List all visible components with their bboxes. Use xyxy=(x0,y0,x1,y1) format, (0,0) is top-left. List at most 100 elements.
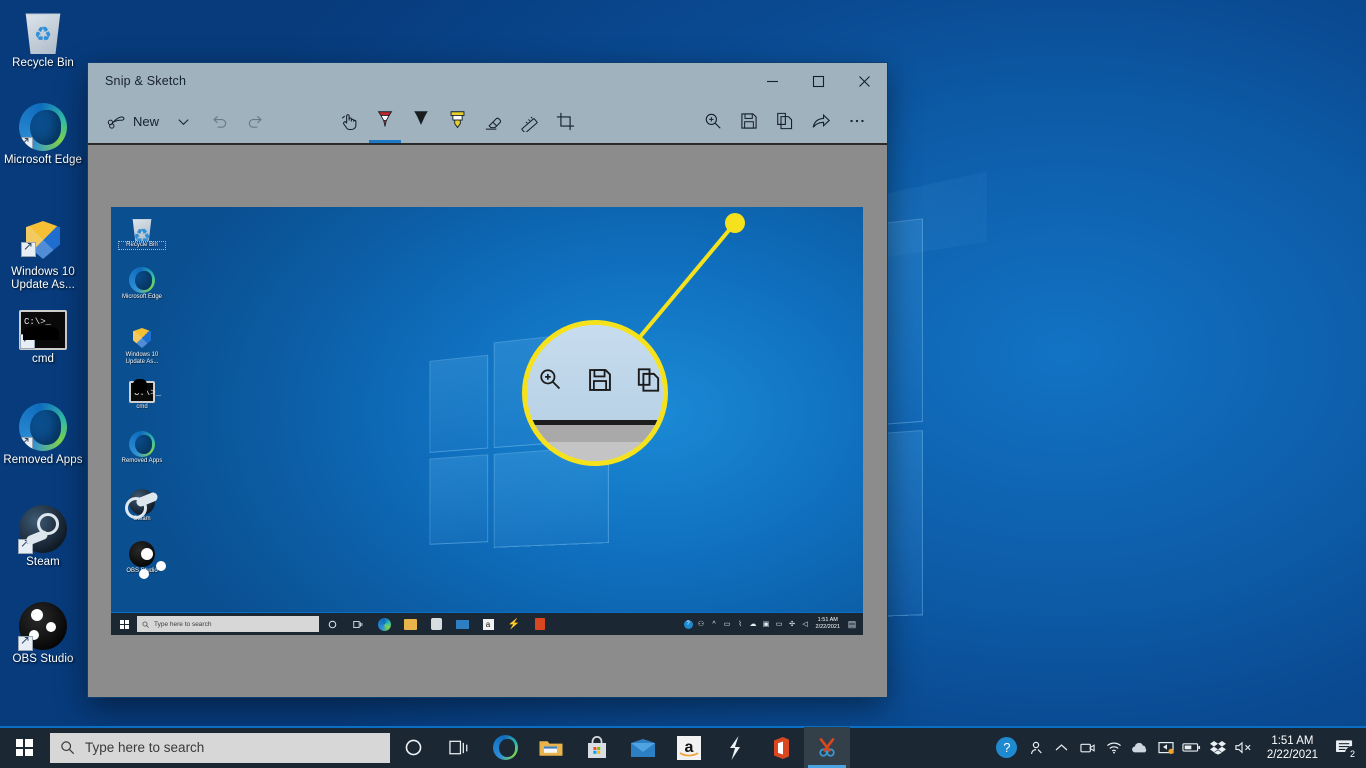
camera-icon: ▭ xyxy=(721,613,734,635)
ruler-icon xyxy=(519,111,540,132)
desktop-icon-cmd[interactable]: cmd xyxy=(0,305,86,366)
mail-icon xyxy=(630,738,656,758)
screenshot-icon-steam: Steam xyxy=(119,489,165,523)
action-share[interactable] xyxy=(803,101,839,141)
undo-button[interactable] xyxy=(201,101,237,141)
system-tray[interactable]: ? 1:51 AM 2/22/2021 xyxy=(991,727,1366,768)
close-button[interactable] xyxy=(841,63,887,99)
windows-logo-icon xyxy=(120,620,129,629)
taskbar-search-box[interactable]: Type here to search xyxy=(50,733,390,763)
screenshot-pane xyxy=(429,454,488,544)
command-prompt-icon xyxy=(129,381,155,403)
dropbox-icon: ✣ xyxy=(786,613,799,635)
screenshot-wallpaper xyxy=(111,207,863,635)
recycle-bin-icon xyxy=(129,215,155,241)
display-icon: ▣ xyxy=(760,613,773,635)
shield-icon xyxy=(133,328,151,348)
window-controls xyxy=(749,63,887,99)
tool-eraser[interactable] xyxy=(475,101,511,141)
taskbar-app-snip-and-sketch[interactable] xyxy=(804,727,850,768)
tool-crop[interactable] xyxy=(547,101,583,141)
screenshot-search-placeholder: Type here to search xyxy=(154,621,211,628)
microsoft-store-icon xyxy=(586,736,608,760)
scissors-icon xyxy=(106,111,126,131)
edge-icon xyxy=(129,431,155,457)
taskbar-app-microsoft-edge[interactable] xyxy=(482,727,528,768)
taskbar-app-amazon[interactable]: a xyxy=(666,727,712,768)
screenshot-icon-label: cmd xyxy=(119,404,165,411)
screenshot-pane xyxy=(494,330,609,448)
help-icon: ? xyxy=(682,613,695,635)
screenshot-app-lightning: ⚡ xyxy=(501,613,527,635)
tray-show-hidden-icons[interactable] xyxy=(1049,727,1075,768)
shortcut-arrow-icon xyxy=(18,539,33,554)
desktop-icon-steam[interactable]: Steam xyxy=(0,505,86,569)
redo-button[interactable] xyxy=(237,101,273,141)
snip-and-sketch-window[interactable]: Snip & Sketch New xyxy=(88,63,887,697)
highlighter-icon xyxy=(447,109,468,133)
screenshot-icon-cmd: cmd xyxy=(119,379,165,411)
desktop-icon-obs-studio[interactable]: OBS Studio xyxy=(0,602,86,666)
shortcut-arrow-icon xyxy=(19,437,33,451)
screenshot-tray: ? ⚇ ^ ▭ ⌇ ☁ ▣ ▭ ✣ ◁ 1:51 AM 2/22/2021 ▤ xyxy=(682,613,863,635)
new-snip-button[interactable]: New xyxy=(100,105,165,137)
new-snip-dropdown[interactable] xyxy=(165,101,201,141)
screenshot-icon-label: OBS Studio xyxy=(119,568,165,575)
touch-writing-icon xyxy=(339,111,360,132)
task-view-button[interactable] xyxy=(436,727,482,768)
action-zoom[interactable] xyxy=(695,101,731,141)
tray-battery-icon[interactable] xyxy=(1179,727,1205,768)
maximize-button[interactable] xyxy=(795,63,841,99)
desktop-icon-label: Recycle Bin xyxy=(0,57,86,70)
cortana-button[interactable] xyxy=(390,727,436,768)
screenshot-app-edge xyxy=(371,613,397,635)
screenshot-clock-time: 1:51 AM xyxy=(816,617,840,624)
ellipsis-icon xyxy=(847,111,867,131)
tray-help-icon[interactable]: ? xyxy=(991,727,1023,768)
screenshot-windows-logo xyxy=(429,300,704,543)
tray-dropbox-icon[interactable] xyxy=(1205,727,1231,768)
tool-touch-writing[interactable] xyxy=(331,101,367,141)
action-copy[interactable] xyxy=(767,101,803,141)
tray-camera-icon[interactable] xyxy=(1075,727,1101,768)
window-toolbar[interactable]: New xyxy=(88,99,887,143)
chevron-up-icon: ^ xyxy=(708,613,721,635)
speaker-mute-icon: ◁ xyxy=(799,613,812,635)
ballpoint-pen-icon xyxy=(374,109,396,133)
tray-onedrive-icon[interactable] xyxy=(1127,727,1153,768)
tool-pencil[interactable] xyxy=(403,101,439,141)
edge-icon xyxy=(129,267,155,293)
tool-ruler[interactable] xyxy=(511,101,547,141)
save-icon xyxy=(739,111,759,131)
tool-highlighter[interactable] xyxy=(439,101,475,141)
taskbar-app-mail[interactable] xyxy=(620,727,666,768)
taskbar[interactable]: Type here to search xyxy=(0,727,1366,768)
notification-center-button[interactable]: 2 xyxy=(1328,727,1362,768)
tray-wifi-icon[interactable] xyxy=(1101,727,1127,768)
tray-volume-mute-icon[interactable] xyxy=(1231,727,1257,768)
tool-ballpoint-pen[interactable] xyxy=(367,101,403,141)
desktop-icon-microsoft-edge[interactable]: Microsoft Edge xyxy=(0,103,86,167)
screenshot-icon-removed-apps: Removed Apps xyxy=(119,431,165,465)
screenshot-app-store xyxy=(423,613,449,635)
desktop-icon-windows-update-assistant[interactable]: Windows 10 Update As... xyxy=(0,215,86,292)
taskbar-app-lightning[interactable] xyxy=(712,727,758,768)
window-titlebar[interactable]: Snip & Sketch xyxy=(88,63,887,99)
tray-people-icon[interactable] xyxy=(1023,727,1049,768)
taskbar-app-file-explorer[interactable] xyxy=(528,727,574,768)
start-button[interactable] xyxy=(0,727,48,768)
snip-canvas[interactable]: Recycle Bin Microsoft Edge Windows 10 Up… xyxy=(88,143,887,697)
recycle-bin-icon xyxy=(19,6,67,54)
clock-date: 2/22/2021 xyxy=(1267,748,1318,762)
desktop-icon-label: Windows 10 Update As... xyxy=(0,266,86,292)
screenshot-icon-windows-update: Windows 10 Update As... xyxy=(119,325,165,366)
taskbar-clock[interactable]: 1:51 AM 2/22/2021 xyxy=(1257,734,1328,762)
action-more[interactable] xyxy=(839,101,875,141)
taskbar-app-office[interactable] xyxy=(758,727,804,768)
tray-display-icon[interactable] xyxy=(1153,727,1179,768)
action-save[interactable] xyxy=(731,101,767,141)
taskbar-app-microsoft-store[interactable] xyxy=(574,727,620,768)
desktop-icon-removed-apps[interactable]: Removed Apps xyxy=(0,403,86,467)
minimize-button[interactable] xyxy=(749,63,795,99)
desktop-icon-recycle-bin[interactable]: Recycle Bin xyxy=(0,6,86,70)
